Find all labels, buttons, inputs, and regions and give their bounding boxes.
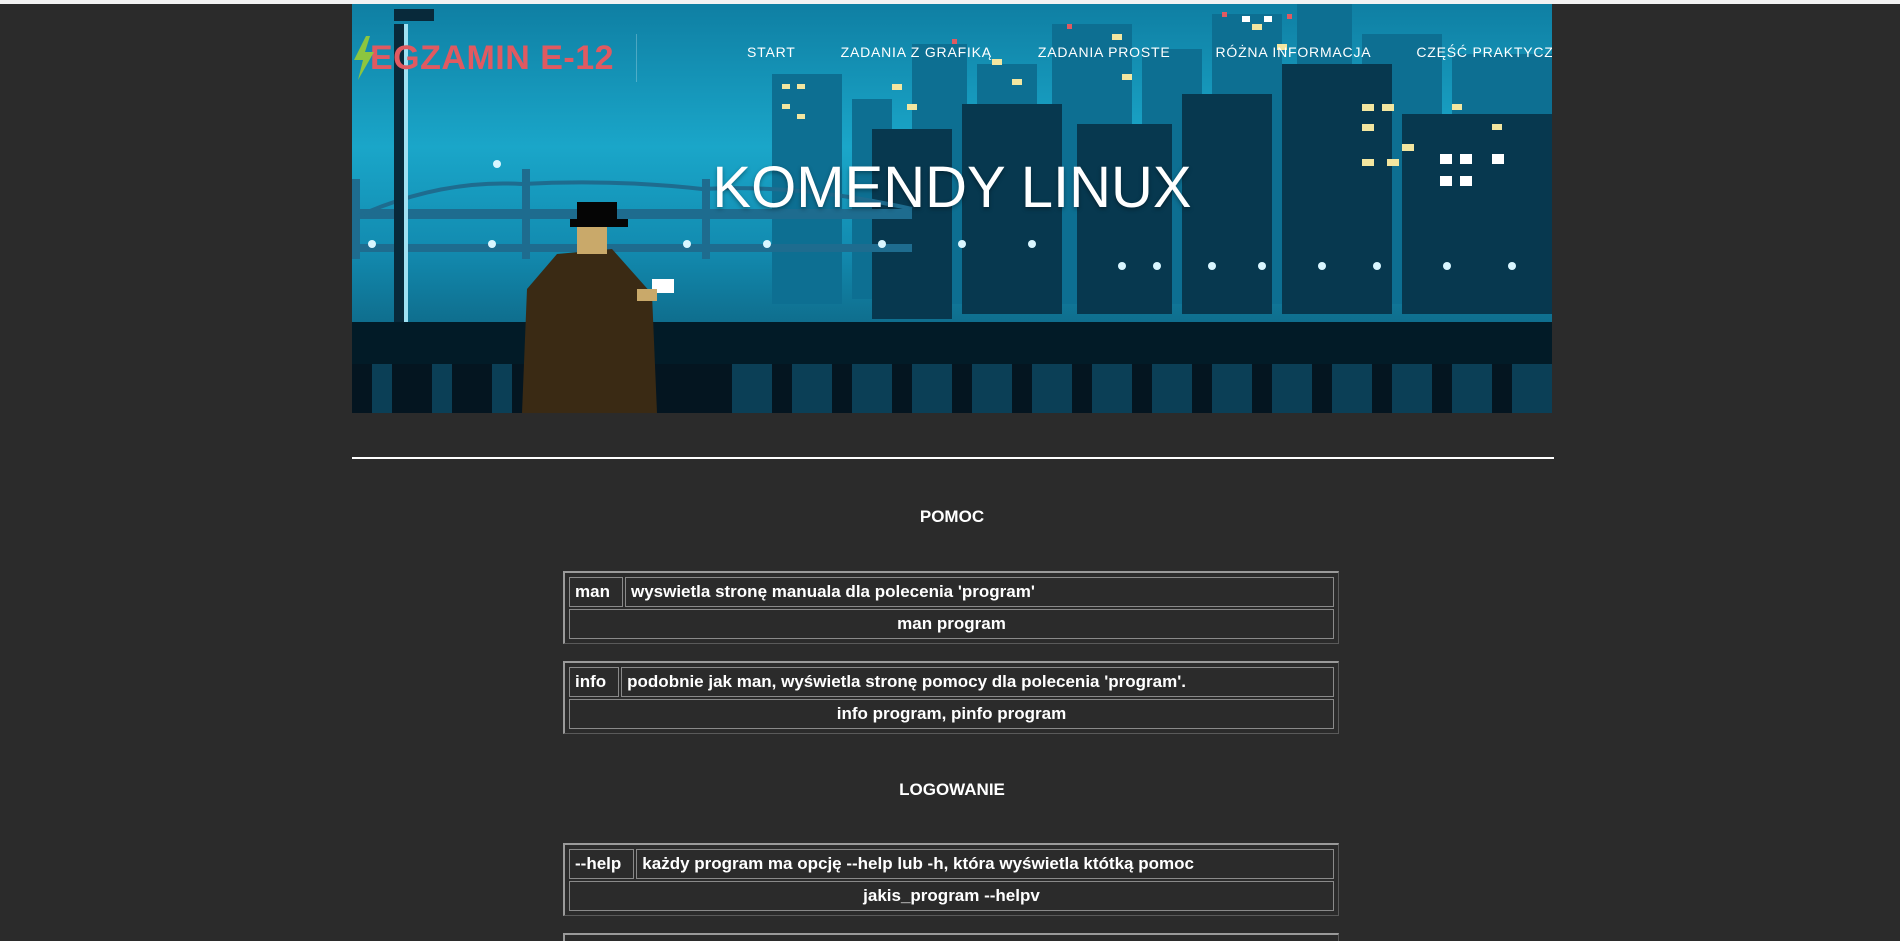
header-divider (636, 34, 637, 82)
command-table-partial (563, 933, 1339, 941)
section-title-pomoc: POMOC (919, 507, 985, 526)
hero-banner: EGZAMIN E-12 START ZADANIA Z GRAFIKĄ ZAD… (352, 4, 1552, 413)
command-description: podobnie jak man, wyświetla stronę pomoc… (621, 667, 1334, 697)
nav-item-zadania-z-grafika[interactable]: ZADANIA Z GRAFIKĄ (841, 44, 992, 60)
command-description: każdy program ma opcję --help lub -h, kt… (636, 849, 1334, 879)
nav-item-rozna-informacja[interactable]: RÓŻNA INFORMACJA (1215, 44, 1371, 60)
nav-item-czesc-praktyczna[interactable]: CZĘŚĆ PRAKTYCZNA (1416, 44, 1552, 60)
site-logo-text: EGZAMIN E-12 (370, 38, 615, 77)
horizontal-divider (352, 457, 1554, 459)
command-description: wyswietla stronę manuala dla polecenia '… (624, 577, 1334, 607)
command-table: info podobnie jak man, wyświetla stronę … (563, 661, 1339, 734)
command-example: man program (569, 609, 1334, 639)
command-name: man (569, 577, 623, 607)
nav-item-zadania-proste[interactable]: ZADANIA PROSTE (1038, 44, 1171, 60)
command-example: jakis_program --helpv (569, 881, 1334, 911)
section-title-logowanie: LOGOWANIE (899, 780, 1005, 799)
command-table: man wyswietla stronę manuala dla polecen… (563, 571, 1339, 644)
command-example: info program, pinfo program (569, 699, 1334, 729)
command-name: --help (569, 849, 635, 879)
site-logo[interactable]: EGZAMIN E-12 (352, 36, 614, 80)
page-title: KOMENDY LINUX (712, 155, 1192, 220)
command-table: --help każdy program ma opcję --help lub… (563, 843, 1339, 916)
main-nav: START ZADANIA Z GRAFIKĄ ZADANIA PROSTE R… (747, 44, 1552, 60)
lightning-bolt-icon (354, 36, 374, 80)
command-name: info (569, 667, 620, 697)
nav-item-start[interactable]: START (747, 44, 796, 60)
